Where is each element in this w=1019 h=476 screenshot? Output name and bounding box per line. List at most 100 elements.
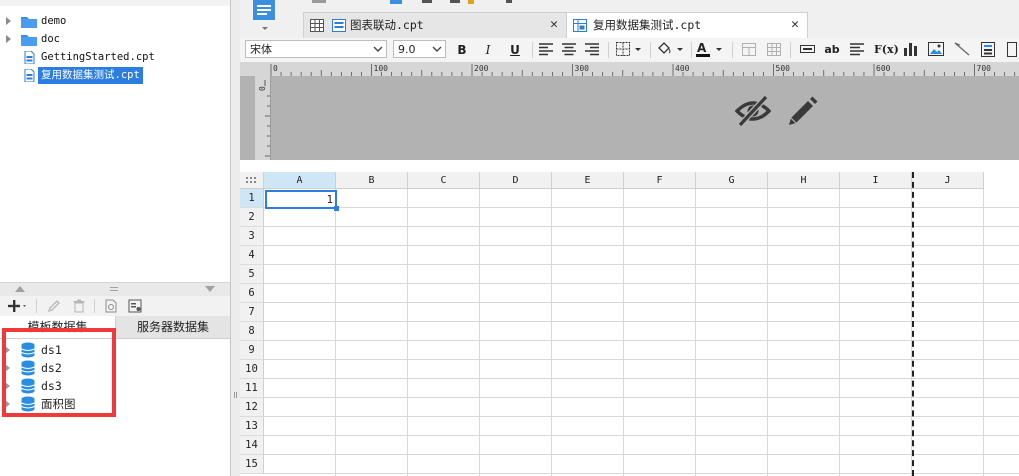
expand-arrow-icon[interactable] (6, 17, 11, 25)
top-toolbar-icons[interactable] (312, 0, 402, 6)
dataset-config-icon[interactable] (128, 299, 142, 313)
preview-icon[interactable] (104, 299, 118, 313)
database-icon (21, 396, 35, 412)
row-header-3[interactable]: 3 (240, 227, 264, 246)
tab-dataset-reuse-test[interactable]: 复用数据集测试.cpt ✕ (566, 12, 808, 38)
active-cell-a1[interactable]: 1 (265, 190, 339, 211)
report-header-area (240, 76, 1019, 160)
row-header-5[interactable]: 5 (240, 265, 264, 284)
dataset-item-ds3[interactable]: ds3 (0, 377, 230, 395)
column-header-c[interactable]: C (408, 172, 480, 189)
delete-icon[interactable] (72, 299, 86, 313)
dataset-item-area-chart[interactable]: 面积图 (0, 395, 230, 413)
row-header-15[interactable]: 15 (240, 455, 264, 474)
column-header-g[interactable]: G (696, 172, 768, 189)
bold-button[interactable]: B (453, 41, 471, 59)
left-top-toolbar (0, 0, 230, 6)
dataset-tabs: 模板数据集 服务器数据集 (0, 316, 230, 339)
report-menu-icon[interactable] (251, 0, 279, 34)
folder-icon (21, 33, 37, 46)
divider-grip[interactable] (236, 392, 237, 398)
expand-arrow-icon[interactable] (5, 400, 10, 408)
column-header-a[interactable]: A (264, 172, 336, 189)
row-header-7[interactable]: 7 (240, 303, 264, 322)
add-icon[interactable] (7, 299, 29, 313)
grid-dots-icon (246, 177, 256, 183)
hidden-eye-icon[interactable] (735, 94, 771, 128)
formula-button[interactable]: F(x) (874, 41, 899, 59)
dataset-item-ds1[interactable]: ds1 (0, 341, 230, 359)
edit-icon[interactable] (47, 299, 61, 313)
align-center-icon[interactable] (562, 43, 576, 56)
ruler-tick-label: 500 (776, 64, 791, 73)
underline-button[interactable]: U (506, 41, 524, 59)
chevron-down-icon[interactable] (370, 41, 386, 57)
sub-report-icon[interactable] (981, 42, 995, 57)
dataset-label: ds2 (41, 361, 62, 375)
border-icon[interactable] (616, 42, 644, 57)
tree-item-current-report[interactable]: 复用数据集测试.cpt (0, 67, 230, 84)
row-header-12[interactable]: 12 (240, 398, 264, 417)
bar-chart-icon[interactable] (903, 42, 918, 56)
panel-divider[interactable] (231, 0, 240, 476)
column-header-b[interactable]: B (336, 172, 408, 189)
expand-arrow-icon[interactable] (5, 346, 10, 354)
merge-cells-icon[interactable] (742, 43, 756, 56)
close-icon[interactable]: ✕ (550, 13, 558, 37)
toolbar-separator (608, 42, 609, 58)
row-header-13[interactable]: 13 (240, 417, 264, 436)
collapse-up-icon[interactable] (15, 286, 25, 292)
tree-item-gettingstarted[interactable]: GettingStarted.cpt (0, 49, 230, 66)
tab-server-datasets[interactable]: 服务器数据集 (116, 316, 230, 338)
fill-color-icon[interactable] (656, 42, 686, 57)
tree-item-doc[interactable]: doc (0, 31, 230, 48)
align-right-icon[interactable] (585, 43, 599, 56)
row-header-2[interactable]: 2 (240, 208, 264, 227)
expand-arrow-icon[interactable] (6, 35, 11, 43)
row-header-6[interactable]: 6 (240, 284, 264, 303)
dataset-item-ds2[interactable]: ds2 (0, 359, 230, 377)
band-separator (240, 160, 1019, 172)
tab-chart-linkage[interactable]: 图表联动.cpt ✕ (303, 12, 567, 38)
paragraph-icon[interactable] (850, 43, 864, 56)
fill-handle[interactable] (334, 206, 339, 211)
tab-template-datasets[interactable]: 模板数据集 (0, 316, 116, 338)
row-header-9[interactable]: 9 (240, 341, 264, 360)
close-icon[interactable]: ✕ (791, 13, 799, 37)
column-header-h[interactable]: H (768, 172, 840, 189)
tree-item-label: GettingStarted.cpt (41, 51, 155, 63)
expand-arrow-icon[interactable] (5, 382, 10, 390)
collapse-down-icon[interactable] (205, 286, 215, 292)
column-header-d[interactable]: D (480, 172, 552, 189)
divider-grip[interactable] (234, 392, 235, 398)
slash-line-icon[interactable] (954, 42, 970, 56)
font-color-icon[interactable]: A (696, 41, 726, 58)
grip-icon[interactable] (110, 287, 118, 292)
top-toolbar-icons-2[interactable] (422, 0, 512, 6)
spreadsheet-grid[interactable]: ABCDEFGHIJ 1 2 3 4 5 6 7 8 9 10 11 12 13 14 15 1 (240, 172, 1019, 476)
image-icon[interactable] (928, 42, 944, 56)
row-header-1[interactable]: 1 (240, 189, 264, 208)
tree-item-demo[interactable]: demo (0, 13, 230, 30)
column-header-e[interactable]: E (552, 172, 624, 189)
select-all-corner[interactable] (240, 172, 264, 189)
more-tools-icon[interactable] (1007, 42, 1017, 57)
row-header-11[interactable]: 11 (240, 379, 264, 398)
column-header-i[interactable]: I (840, 172, 912, 189)
font-name-select[interactable]: 宋体 (245, 40, 387, 58)
text-field-icon[interactable] (800, 45, 815, 54)
row-header-14[interactable]: 14 (240, 436, 264, 455)
pencil-edit-icon[interactable] (786, 94, 818, 128)
italic-button[interactable]: I (479, 41, 497, 59)
text-label-button[interactable]: ab (823, 41, 841, 59)
column-header-j[interactable]: J (912, 172, 984, 189)
split-cells-icon[interactable] (767, 43, 781, 56)
column-header-f[interactable]: F (624, 172, 696, 189)
align-left-icon[interactable] (539, 43, 553, 56)
row-header-8[interactable]: 8 (240, 322, 264, 341)
font-size-select[interactable]: 9.0 (393, 40, 446, 58)
chevron-down-icon[interactable] (429, 41, 445, 57)
row-header-4[interactable]: 4 (240, 246, 264, 265)
row-header-10[interactable]: 10 (240, 360, 264, 379)
expand-arrow-icon[interactable] (5, 364, 10, 372)
